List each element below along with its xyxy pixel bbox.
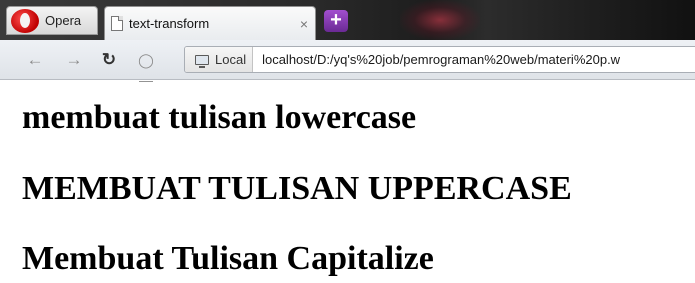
navigation-bar: ← → ↻ ◯— Local localhost/D:/yq's%20job/p… <box>0 40 695 88</box>
page-icon <box>111 16 123 31</box>
close-tab-icon[interactable]: × <box>293 16 315 32</box>
forward-icon[interactable]: → <box>63 50 85 70</box>
site-info-badge[interactable]: Local <box>185 47 254 72</box>
tab-title: text-transform <box>129 16 210 31</box>
heading-uppercase: MEMBUAT TULISAN UPPERCASE <box>22 170 572 207</box>
opera-menu-button[interactable]: Opera <box>6 6 98 35</box>
opera-menu-label: Opera <box>45 13 82 28</box>
key-icon[interactable]: ◯— <box>132 50 160 88</box>
heading-capitalize: Membuat Tulisan Capitalize <box>22 240 434 277</box>
back-icon[interactable]: ← <box>24 50 46 70</box>
heading-lowercase: membuat tulisan lowercase <box>22 99 417 136</box>
tab-strip: Opera text-transform × + <box>0 0 695 40</box>
site-info-label: Local <box>215 52 247 67</box>
new-tab-button[interactable]: + <box>324 10 348 32</box>
monitor-icon <box>195 54 209 68</box>
reload-icon[interactable]: ↻ <box>98 50 120 70</box>
url-text[interactable]: localhost/D:/yq's%20job/pemrograman%20we… <box>253 52 620 67</box>
opera-logo-icon <box>11 8 39 33</box>
address-field[interactable]: Local localhost/D:/yq's%20job/pemrograma… <box>184 46 695 73</box>
tabstrip-background-glow <box>400 0 480 40</box>
tab-text-transform[interactable]: text-transform × <box>104 6 316 40</box>
